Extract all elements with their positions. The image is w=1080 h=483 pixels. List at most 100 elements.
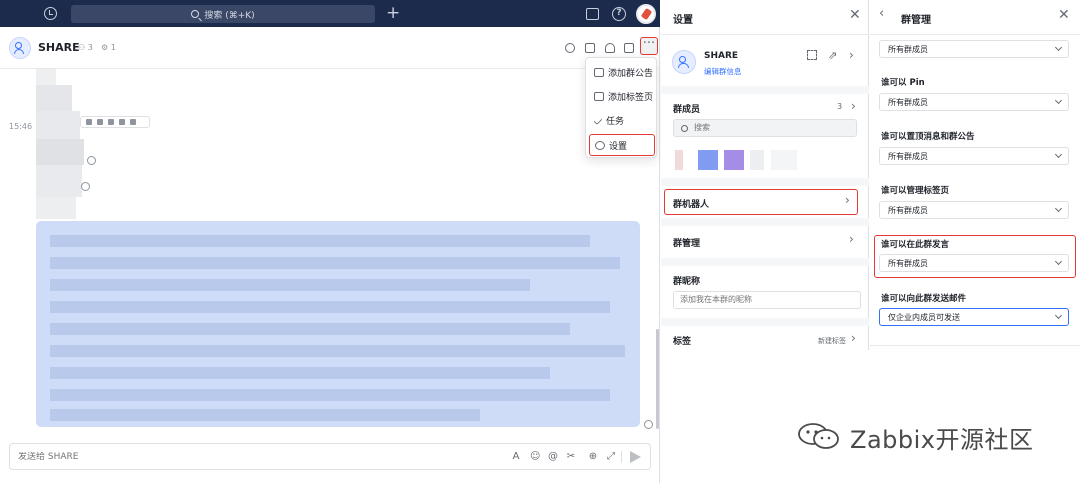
new-tag-link[interactable]: 新建标签 <box>818 336 846 346</box>
history-icon[interactable] <box>44 7 57 20</box>
watermark: Zabbix开源社区 <box>796 418 1066 454</box>
chat-window: 搜索 (⌘+K) + ? SHARE ⚇ 3 ⚙ 1 ··· 15:46 发送给… <box>0 0 660 483</box>
members-label[interactable]: 群成员 <box>673 102 700 115</box>
scissors-icon[interactable]: ✂ <box>566 452 576 462</box>
reply-icon[interactable] <box>86 119 92 125</box>
mention-icon[interactable]: @ <box>548 452 558 462</box>
quote-icon[interactable] <box>119 119 125 125</box>
scrollbar[interactable] <box>656 329 659 429</box>
chat-search-icon[interactable] <box>565 43 575 53</box>
pin-permission-select[interactable]: 所有群成员 <box>879 93 1069 111</box>
font-icon[interactable]: A <box>511 452 521 462</box>
more-options-menu: 添加群公告 添加标签页 任务 设置 <box>585 57 657 158</box>
back-icon[interactable]: ‹ <box>879 6 884 21</box>
share-icon[interactable]: ⇗ <box>828 49 837 62</box>
menu-item-settings[interactable]: 设置 <box>589 134 655 156</box>
blurred-line <box>50 301 610 313</box>
group-bots-label: 群机器人 <box>673 200 710 210</box>
comment-icon[interactable] <box>97 119 103 125</box>
section-divider <box>661 218 869 226</box>
help-icon[interactable]: ? <box>612 7 626 21</box>
member-avatar[interactable] <box>724 150 744 170</box>
video-call-icon[interactable] <box>585 43 595 53</box>
section-divider <box>661 86 869 94</box>
message-toolbar[interactable] <box>80 116 150 128</box>
search-icon <box>191 10 200 18</box>
blurred-line <box>50 367 550 379</box>
nickname-label: 群昵称 <box>673 277 701 287</box>
wechat-logo-icon <box>798 423 839 449</box>
menu-item-add-tab[interactable]: 添加标签页 <box>589 85 655 107</box>
group-avatar[interactable] <box>9 37 31 59</box>
select-message-radio[interactable] <box>81 182 90 191</box>
chat-header: SHARE ⚇ 3 ⚙ 1 ··· <box>0 27 660 69</box>
chevron-down-icon <box>1054 96 1063 105</box>
nickname-input[interactable] <box>680 295 850 304</box>
chevron-right-icon[interactable]: › <box>849 232 854 246</box>
qr-code-icon[interactable] <box>807 50 817 60</box>
permission-value: 所有群成员 <box>888 45 928 54</box>
group-avatar[interactable] <box>672 50 696 74</box>
email-permission-select[interactable]: 仅企业内成员可发送 <box>879 308 1069 326</box>
plus-circle-icon[interactable]: ⊕ <box>588 452 598 462</box>
edit-group-info-link[interactable]: 编辑群信息 <box>704 66 742 77</box>
close-icon[interactable]: ✕ <box>1058 7 1070 23</box>
manage-tabs-permission-select[interactable]: 所有群成员 <box>879 201 1069 219</box>
message-composer[interactable]: A ☺ @ ✂ ⊕ ⤢ <box>9 443 651 470</box>
speak-permission-select[interactable]: 所有群成员 <box>879 254 1069 272</box>
search-icon <box>681 125 688 132</box>
message-list[interactable]: 15:46 <box>0 69 660 439</box>
chevron-right-icon[interactable]: › <box>851 331 856 345</box>
expand-icon[interactable]: ⤢ <box>606 452 616 462</box>
permission-value: 所有群成员 <box>888 98 928 107</box>
member-search[interactable] <box>673 119 857 137</box>
member-avatar[interactable] <box>771 150 797 170</box>
blurred-message <box>36 139 84 165</box>
blurred-message <box>36 85 72 111</box>
close-icon[interactable]: ✕ <box>849 7 861 23</box>
settings-title: 设置 <box>673 15 693 26</box>
tags-label: 标签 <box>673 337 692 347</box>
member-avatar[interactable] <box>750 150 764 170</box>
more-options-button[interactable]: ··· <box>640 37 658 55</box>
blurred-message <box>36 165 82 197</box>
group-management-panel: ‹ 群管理 ✕ 所有群成员 谁可以 Pin 所有群成员 谁可以置顶消息和群公告 … <box>870 0 1080 350</box>
member-search-input[interactable] <box>694 123 844 132</box>
global-search-placeholder: 搜索 (⌘+K) <box>204 10 255 21</box>
global-search-input[interactable]: 搜索 (⌘+K) <box>71 5 375 23</box>
member-count[interactable]: ⚇ 3 <box>78 43 93 52</box>
add-member-icon[interactable] <box>605 43 615 53</box>
chevron-right-icon[interactable]: › <box>849 48 854 62</box>
composer-divider <box>621 451 622 463</box>
select-message-radio[interactable] <box>644 420 653 429</box>
menu-item-label: 添加标签页 <box>608 92 654 103</box>
member-avatar[interactable] <box>675 150 683 170</box>
menu-item-label: 添加群公告 <box>608 68 654 79</box>
group-management-label[interactable]: 群管理 <box>673 236 700 249</box>
blurred-line <box>50 279 530 291</box>
pin-message-permission-select[interactable]: 所有群成员 <box>879 147 1069 165</box>
group-name[interactable]: SHARE <box>38 41 80 54</box>
menu-item-add-announcement[interactable]: 添加群公告 <box>589 61 655 83</box>
chevron-right-icon: › <box>845 193 850 207</box>
nickname-field[interactable] <box>673 291 861 309</box>
screenshot-icon[interactable] <box>586 8 599 20</box>
message-input[interactable] <box>18 452 398 462</box>
more-icon[interactable] <box>130 119 136 125</box>
plus-icon[interactable]: + <box>386 3 400 23</box>
emoji-icon[interactable]: ☺ <box>530 452 540 462</box>
calendar-icon[interactable] <box>624 43 634 53</box>
forward-icon[interactable] <box>108 119 114 125</box>
selected-message-card[interactable] <box>36 221 640 427</box>
permission-select[interactable]: 所有群成员 <box>879 40 1069 58</box>
menu-item-task[interactable]: 任务 <box>589 109 655 131</box>
avatar[interactable] <box>636 4 656 24</box>
bot-count[interactable]: ⚙ 1 <box>101 43 116 52</box>
member-avatar[interactable] <box>698 150 718 170</box>
chevron-right-icon[interactable]: › <box>851 99 856 113</box>
members-count: 3 <box>837 102 843 111</box>
divider <box>870 34 1080 35</box>
send-icon[interactable] <box>630 451 641 463</box>
group-bots-row[interactable]: 群机器人 › <box>664 189 858 215</box>
select-message-radio[interactable] <box>87 156 96 165</box>
